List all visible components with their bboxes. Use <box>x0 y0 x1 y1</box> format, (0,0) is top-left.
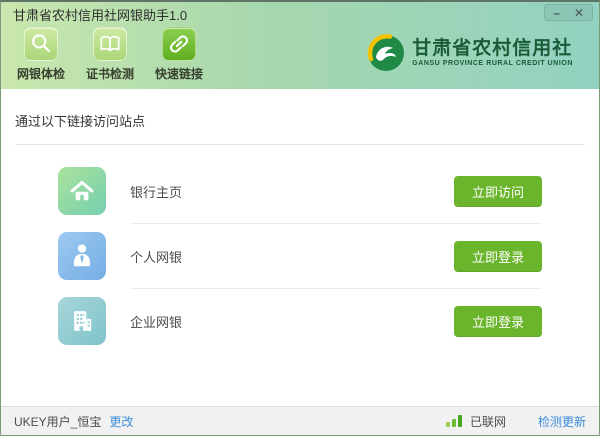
check-update-link[interactable]: 检测更新 <box>538 413 586 430</box>
brand-subtitle: GANSU PROVINCE RURAL CREDIT UNION <box>412 59 573 67</box>
network-status-label: 已联网 <box>469 414 506 429</box>
building-icon <box>58 297 106 345</box>
close-icon[interactable]: ✕ <box>574 7 584 19</box>
brand-name: 甘肃省农村信用社 <box>412 38 573 60</box>
link-label: 个人网银 <box>130 249 183 265</box>
window-title: 甘肃省农村信用社网银助手1.0 <box>13 8 188 23</box>
brand-text: 甘肃省农村信用社 GANSU PROVINCE RURAL CREDIT UNI… <box>412 38 573 67</box>
tab-quick-links[interactable]: 快速链接 <box>151 27 207 82</box>
ukey-user-label: UKEY用户_恒宝 <box>14 414 102 429</box>
main-content: 通过以下链接访问站点 银行主页 立即访问 个人网银 立即登录 企业网银 立即登录 <box>1 89 599 406</box>
app-window: 甘肃省农村信用社网银助手1.0 – ✕ 网银体检 证书检测 快速链接 甘肃省农村… <box>0 0 600 436</box>
magnifier-icon <box>24 27 58 61</box>
link-label: 银行主页 <box>130 184 183 200</box>
tab-label: 证书检测 <box>85 67 134 81</box>
list-item-personal-ebank: 个人网银 立即登录 <box>15 232 585 280</box>
tab-label: 快速链接 <box>154 67 203 81</box>
home-icon <box>58 167 106 215</box>
link-icon <box>162 27 196 61</box>
status-left: UKEY用户_恒宝 更改 <box>14 413 133 430</box>
quick-link-list: 银行主页 立即访问 个人网银 立即登录 企业网银 立即登录 <box>15 167 585 345</box>
status-bar: UKEY用户_恒宝 更改 已联网 检测更新 <box>1 406 599 435</box>
link-label: 企业网银 <box>130 314 183 330</box>
book-icon <box>93 27 127 61</box>
minimize-icon[interactable]: – <box>553 7 560 19</box>
change-user-link[interactable]: 更改 <box>109 413 133 430</box>
section-title: 通过以下链接访问站点 <box>15 114 146 129</box>
section-divider <box>15 144 585 145</box>
row-divider <box>131 288 542 289</box>
app-header: 甘肃省农村信用社网银助手1.0 – ✕ 网银体检 证书检测 快速链接 甘肃省农村… <box>1 2 599 89</box>
login-now-button[interactable]: 立即登录 <box>454 305 542 337</box>
tab-label: 网银体检 <box>16 67 65 81</box>
brand-logo: 甘肃省农村信用社 GANSU PROVINCE RURAL CREDIT UNI… <box>366 33 573 73</box>
visit-now-button[interactable]: 立即访问 <box>454 175 542 207</box>
status-right: 已联网 检测更新 <box>445 413 586 430</box>
tab-certificate-check[interactable]: 证书检测 <box>82 27 138 82</box>
network-signal-icon <box>445 415 462 427</box>
list-item-corporate-ebank: 企业网银 立即登录 <box>15 297 585 345</box>
title-bar: 甘肃省农村信用社网银助手1.0 – ✕ <box>1 2 599 27</box>
credit-union-logo-icon <box>367 33 405 71</box>
window-controls: – ✕ <box>544 4 593 21</box>
person-icon <box>58 232 106 280</box>
tab-ebank-checkup[interactable]: 网银体检 <box>13 27 69 82</box>
row-divider <box>131 223 542 224</box>
login-now-button[interactable]: 立即登录 <box>454 240 542 272</box>
list-item-bank-homepage: 银行主页 立即访问 <box>15 167 585 215</box>
